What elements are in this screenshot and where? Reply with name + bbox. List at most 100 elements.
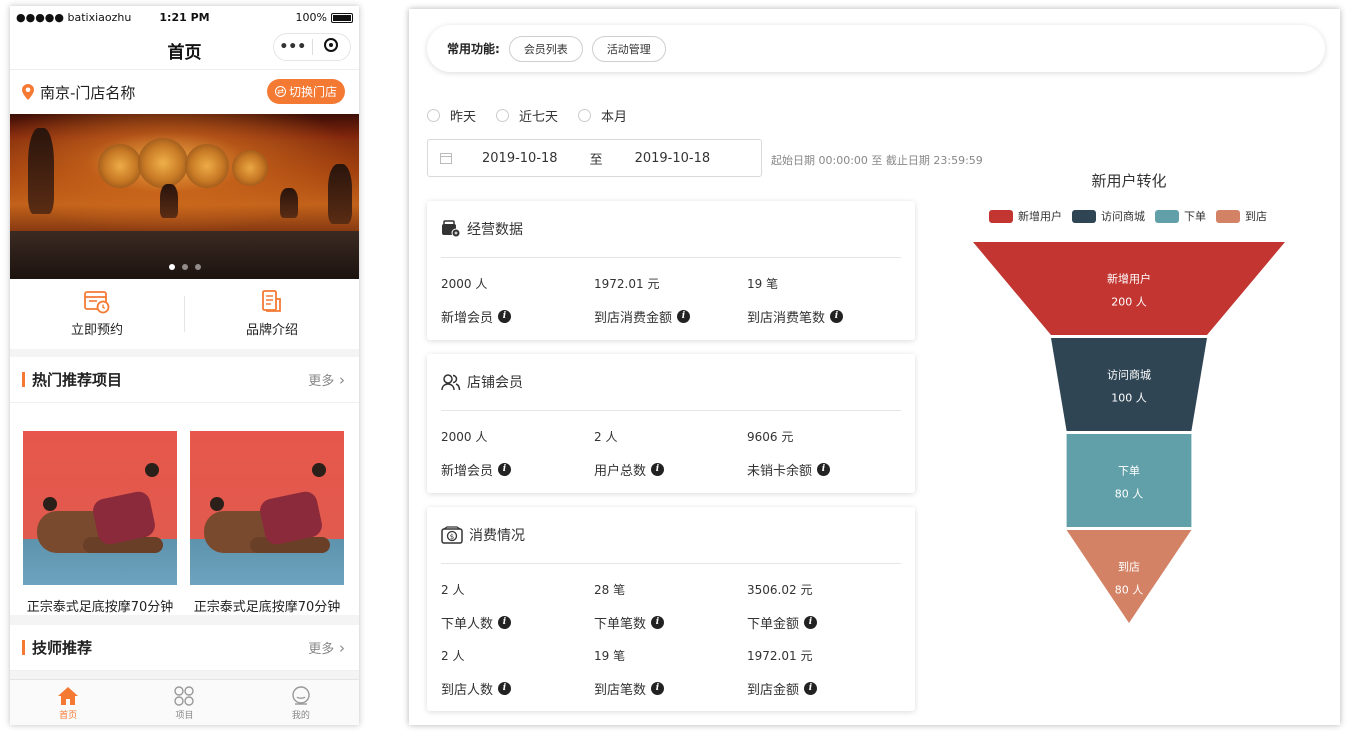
carousel-dot[interactable] (194, 264, 201, 270)
info-icon[interactable]: i (830, 310, 844, 323)
quick-actions: 立即预约 品牌介绍 (10, 279, 359, 349)
metric-label: 下单金额 i (747, 613, 818, 632)
funnel-stage-label: 到店 (1118, 560, 1140, 574)
activity-management-chip[interactable]: 活动管理 (591, 35, 666, 62)
swap-icon: ⇄ (274, 86, 286, 97)
metric-value: 2000 人 (441, 430, 488, 444)
metric-label: 用户总数 i (594, 460, 665, 479)
banner-sofa (10, 231, 359, 279)
info-icon[interactable]: i (498, 616, 512, 629)
status-bar: ●●●●● batixiaozhu 1:21 PM 100% (10, 6, 359, 28)
funnel-segment[interactable] (1066, 434, 1192, 527)
radio-label: 近七天 (519, 110, 559, 125)
product-card[interactable]: 正宗泰式足底按摩70分钟 (190, 431, 344, 615)
battery-percent: 100% (295, 11, 327, 24)
radio-this-month[interactable]: 本月 (578, 106, 627, 125)
info-icon[interactable]: i (651, 616, 665, 629)
info-icon[interactable]: i (817, 463, 831, 476)
metric-label-text: 到店金额 (747, 683, 800, 698)
brand-intro-label: 品牌介绍 (245, 323, 298, 338)
metric-label-text: 新增会员 (441, 464, 494, 479)
info-icon[interactable]: i (498, 463, 512, 476)
member-list-chip[interactable]: 会员列表 (508, 35, 583, 62)
date-range-separator: 至 (589, 152, 603, 168)
funnel-segment[interactable] (1051, 338, 1207, 431)
start-date-input[interactable]: 2019-10-18 (482, 151, 558, 166)
metric-label-text: 新增会员 (441, 311, 494, 326)
radio-circle[interactable] (496, 109, 510, 122)
metric-label: 到店消费笔数 i (747, 307, 844, 326)
projects-icon (174, 686, 195, 706)
hot-more-link[interactable]: 更多 (308, 370, 345, 389)
info-icon[interactable]: i (498, 682, 512, 695)
carousel-dot[interactable] (168, 264, 175, 270)
info-icon[interactable]: i (651, 463, 665, 476)
close-program-button[interactable] (313, 38, 351, 56)
metric-value: 28 笔 (594, 583, 626, 597)
metric-label-text: 到店消费笔数 (747, 311, 826, 326)
switch-store-label: 切换门店 (288, 85, 337, 99)
radio-circle[interactable] (578, 109, 592, 122)
booking-button[interactable]: 立即预约 (10, 290, 184, 338)
tab-bar: 首页 项目 我的 (10, 679, 359, 725)
money-icon: $ (441, 526, 463, 544)
mobile-preview: ●●●●● batixiaozhu 1:21 PM 100% 首页 ••• 南京… (10, 6, 359, 725)
info-icon[interactable]: i (498, 310, 512, 323)
tab-home-label: 首页 (59, 711, 78, 721)
radio-label: 昨天 (450, 110, 477, 125)
radio-yesterday[interactable]: 昨天 (427, 106, 476, 125)
banner-decor-statue (328, 164, 352, 224)
card-header: $ 消费情况 (441, 507, 901, 564)
funnel-stage-value: 80 人 (1115, 584, 1144, 597)
banner-decor-disc (98, 144, 142, 188)
carousel-dot[interactable] (181, 264, 188, 270)
image-figure (43, 497, 57, 511)
conversion-funnel-chart: 新用户转化 新增用户 访问商城 下单 到店 新增用户 200 人访问商城 100 人下单 8… (949, 164, 1309, 634)
funnel-stage-value: 200 人 (1111, 296, 1147, 309)
tech-section-title: 技师推荐 (32, 639, 93, 657)
tab-home[interactable]: 首页 (10, 680, 126, 725)
card-header: 店铺会员 (441, 354, 901, 411)
metric-value: 2 人 (441, 583, 465, 597)
product-name: 正宗泰式足底按摩70分钟 (193, 600, 341, 615)
metric-label: 下单人数 i (441, 613, 512, 632)
info-icon[interactable]: i (651, 682, 665, 695)
card-header: 经营数据 (441, 201, 901, 258)
common-functions-bar: 常用功能: 会员列表 活动管理 (427, 25, 1325, 72)
product-card[interactable]: 正宗泰式足底按摩70分钟 (23, 431, 177, 615)
info-icon[interactable]: i (677, 310, 691, 323)
metric-label-text: 用户总数 (594, 464, 647, 479)
funnel-stage-label: 新增用户 (1107, 272, 1151, 286)
funnel-plot: 新增用户200 人访问商城100 人下单80 人到店80 人 (973, 242, 1285, 623)
brand-intro-button[interactable]: 品牌介绍 (185, 290, 359, 338)
end-date-input[interactable]: 2019-10-18 (635, 151, 711, 166)
store-row: 南京-门店名称 ⇄ 切换门店 (10, 70, 359, 114)
date-range-picker[interactable]: 2019-10-18 至 2019-10-18 (427, 139, 762, 177)
info-icon[interactable]: i (804, 616, 818, 629)
product-image (23, 431, 177, 585)
image-figure (312, 463, 326, 477)
tech-more-link[interactable]: 更多 (308, 638, 345, 657)
store-name: 南京-门店名称 (40, 83, 136, 102)
product-name: 正宗泰式足底按摩70分钟 (26, 600, 174, 615)
radio-circle[interactable] (427, 109, 440, 122)
banner-decor-statue (160, 184, 178, 218)
tab-projects[interactable]: 项目 (126, 680, 242, 725)
info-icon[interactable]: i (804, 682, 818, 695)
funnel-segment[interactable] (973, 242, 1285, 335)
metric-value: 1972.01 元 (747, 649, 813, 663)
carousel-indicator (10, 264, 359, 270)
metric-label-text: 到店笔数 (594, 683, 647, 698)
calendar-icon (440, 152, 452, 164)
metric-label: 到店消费金额 i (594, 307, 691, 326)
store-banner-carousel[interactable] (10, 114, 359, 279)
tab-profile[interactable]: 我的 (243, 680, 359, 725)
funnel-segment[interactable] (1066, 530, 1192, 623)
metric-label-text: 到店消费金额 (594, 311, 673, 326)
members-icon (441, 374, 461, 391)
tab-profile-label: 我的 (291, 711, 310, 721)
metric-label-text: 未销卡余额 (747, 464, 813, 479)
radio-last-seven-days[interactable]: 近七天 (496, 106, 558, 125)
switch-store-button[interactable]: ⇄ 切换门店 (266, 79, 345, 104)
more-menu-button[interactable]: ••• (274, 39, 312, 55)
